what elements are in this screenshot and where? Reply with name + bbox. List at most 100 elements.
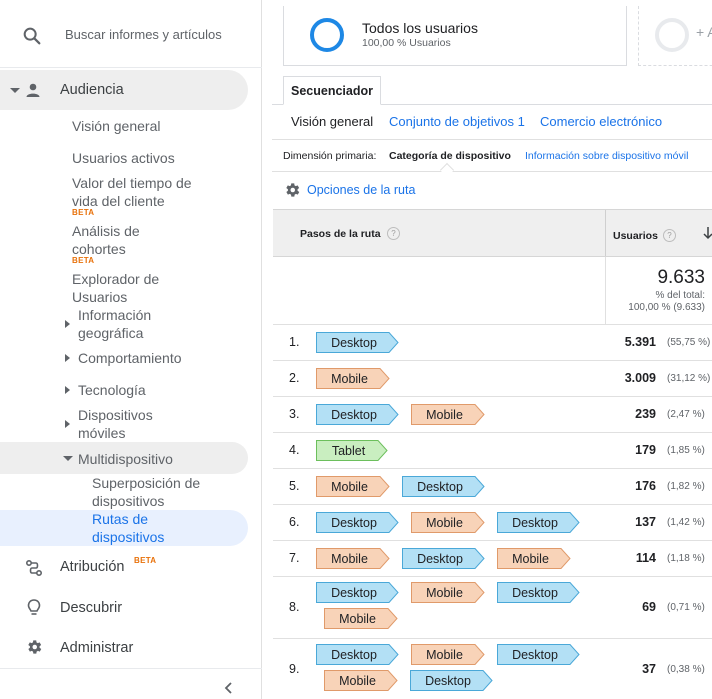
row-number: 4. (289, 443, 300, 457)
path-step-desktop[interactable]: Desktop (316, 332, 399, 353)
path-step-label: Mobile (331, 479, 368, 494)
search-input[interactable]: Buscar informes y artículos (65, 27, 222, 42)
attribution-icon (25, 559, 43, 577)
nav-audiencia[interactable]: Audiencia (0, 70, 248, 110)
path-step-desktop[interactable]: Desktop (497, 644, 580, 665)
path-step-label: Desktop (331, 407, 377, 422)
path-step-mobile[interactable]: Mobile (324, 670, 398, 691)
nav-explorador-usuarios[interactable]: Explorador de Usuarios (72, 270, 182, 306)
path-step-tablet[interactable]: Tablet (316, 440, 388, 461)
path-step-mobile[interactable]: Mobile (316, 476, 390, 497)
gear-icon (28, 640, 42, 654)
subtab-conjunto-objetivos[interactable]: Conjunto de objetivos 1 (389, 114, 525, 129)
nav-multidispositivo[interactable]: Multidispositivo (0, 442, 248, 474)
tab-secuenciador[interactable]: Secuenciador (283, 76, 381, 105)
nav-label: Atribución (60, 559, 125, 575)
nav-vision-general[interactable]: Visión general (72, 117, 160, 135)
row-users-value: 176 (635, 479, 656, 493)
table-row[interactable]: 5. Mobile Desktop 176 (1,82 %) (273, 469, 712, 505)
subtab-vision-general[interactable]: Visión general (291, 114, 373, 129)
nav-label: Análisis de cohortes (72, 223, 140, 257)
row-users-pct: (0,71 %) (667, 602, 705, 613)
nav-tecnologia[interactable]: Tecnología (78, 381, 146, 399)
nav-label: Audiencia (60, 82, 124, 98)
nav-atribucion[interactable]: Atribución BETA (0, 554, 248, 580)
path-step-label: Mobile (512, 551, 549, 566)
path-step-mobile[interactable]: Mobile (411, 644, 485, 665)
row-users-pct: (31,12 %) (667, 373, 711, 384)
row-number: 1. (289, 335, 300, 349)
path-step-mobile[interactable]: Mobile (316, 368, 390, 389)
path-step-desktop[interactable]: Desktop (497, 582, 580, 603)
path-step-mobile[interactable]: Mobile (411, 582, 485, 603)
row-users-value: 137 (635, 515, 656, 529)
nav-administrar[interactable]: Administrar (0, 635, 248, 661)
path-step-label: Desktop (331, 647, 377, 662)
path-step-label: Desktop (512, 647, 558, 662)
path-step-mobile[interactable]: Mobile (324, 608, 398, 629)
table-row[interactable]: 2. Mobile 3.009 (31,12 %) (273, 361, 712, 397)
path-step-desktop[interactable]: Desktop (402, 548, 485, 569)
sort-arrow-down-icon[interactable] (702, 226, 712, 240)
table-row[interactable]: 7. Mobile Desktop Mobile 114 (1,18 %) (273, 541, 712, 577)
path-step-mobile[interactable]: Mobile (497, 548, 571, 569)
nav-usuarios-activos[interactable]: Usuarios activos (72, 149, 175, 167)
table-row[interactable]: 6. Desktop Mobile Desktop 137 (1,42 %) (273, 505, 712, 541)
nav-label: Dispositivos móviles (78, 407, 153, 441)
path-step-desktop[interactable]: Desktop (410, 670, 493, 691)
beta-badge: BETA (72, 256, 95, 265)
subtab-comercio-electronico[interactable]: Comercio electrónico (540, 114, 662, 129)
path-step-mobile[interactable]: Mobile (316, 548, 390, 569)
col-header-path: Pasos de la ruta (300, 228, 381, 240)
nav-descubrir[interactable]: Descubrir (0, 595, 248, 621)
path-step-label: Desktop (512, 585, 558, 600)
help-icon[interactable]: ? (663, 229, 676, 242)
divider (605, 210, 606, 256)
path-step-desktop[interactable]: Desktop (316, 404, 399, 425)
path-step-label: Desktop (417, 479, 463, 494)
chevron-left-icon[interactable] (221, 680, 237, 696)
col-header-users[interactable]: Usuarios (613, 230, 658, 242)
dimension-mobile-info[interactable]: Información sobre dispositivo móvil (525, 150, 688, 162)
nav-rutas-dispositivos[interactable]: Rutas de dispositivos (0, 510, 248, 546)
nav-superposicion-dispositivos[interactable]: Superposición de dispositivos (92, 474, 222, 510)
row-users-pct: (1,42 %) (667, 517, 705, 528)
caret-right-icon (65, 320, 70, 328)
path-step-desktop[interactable]: Desktop (316, 512, 399, 533)
nav-label: Administrar (60, 640, 134, 656)
segment-ring-icon (655, 18, 689, 52)
row-users-pct: (0,38 %) (667, 664, 705, 675)
nav-valor-tiempo-vida[interactable]: Valor del tiempo de vida del cliente (72, 174, 212, 210)
path-step-mobile[interactable]: Mobile (411, 512, 485, 533)
table-row[interactable]: 4. Tablet 179 (1,85 %) (273, 433, 712, 469)
nav-dispositivos-moviles[interactable]: Dispositivos móviles (78, 406, 178, 442)
nav-label: Explorador de Usuarios (72, 271, 160, 305)
path-step-desktop[interactable]: Desktop (316, 582, 399, 603)
row-users-value: 69 (642, 600, 656, 614)
path-step-desktop[interactable]: Desktop (402, 476, 485, 497)
table-row[interactable]: 8. Desktop Mobile Desktop Mobile 69 (0,71 %) (273, 577, 712, 639)
table-row[interactable]: 9. Desktop Mobile Desktop Mobile Desktop 37 (0,… (273, 639, 712, 699)
path-step-desktop[interactable]: Desktop (497, 512, 580, 533)
table-row[interactable]: 3. Desktop Mobile 239 (2,47 %) (273, 397, 712, 433)
nav-analisis-cohortes[interactable]: Análisis de cohortes (72, 222, 172, 258)
nav-comportamiento[interactable]: Comportamiento (78, 349, 182, 367)
nav-informacion-geografica[interactable]: Información geográfica (78, 306, 178, 342)
subtabs: Visión general Conjunto de objetivos 1 C… (272, 105, 712, 139)
row-users-value: 239 (635, 407, 656, 421)
path-step-desktop[interactable]: Desktop (316, 644, 399, 665)
nav-label: Superposición de dispositivos (92, 475, 201, 509)
segment-card[interactable]: Todos los usuarios 100,00 % Usuarios (283, 6, 627, 66)
path-step-mobile[interactable]: Mobile (411, 404, 485, 425)
divider (272, 171, 712, 172)
path-step-label: Desktop (512, 515, 558, 530)
segment-pct: 100,00 % Usuarios (362, 37, 451, 49)
add-segment-card[interactable]: + A (638, 6, 712, 66)
search-bar[interactable]: Buscar informes y artículos (0, 0, 262, 68)
route-options-link[interactable]: Opciones de la ruta (283, 180, 415, 200)
dimension-device-category[interactable]: Categoría de dispositivo (389, 150, 511, 162)
beta-badge: BETA (134, 556, 157, 565)
help-icon[interactable]: ? (387, 227, 400, 240)
table-row[interactable]: 1. Desktop 5.391 (55,75 %) (273, 325, 712, 361)
beta-badge: BETA (72, 208, 95, 217)
